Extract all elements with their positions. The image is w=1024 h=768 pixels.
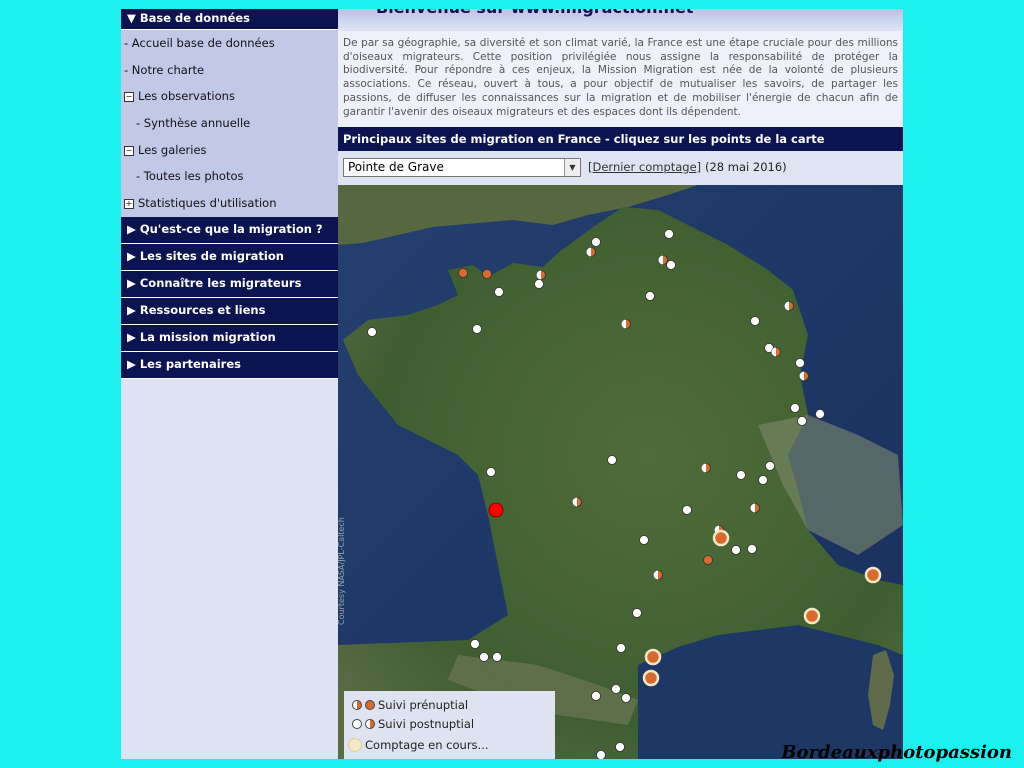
marker-white[interactable] <box>607 455 617 465</box>
marker-white[interactable] <box>534 279 544 289</box>
marker-counting[interactable] <box>642 669 660 687</box>
sidebar-item-label: Statistiques d'utilisation <box>138 196 277 211</box>
last-count-date: (28 mai 2016) <box>705 160 787 174</box>
site-selector-bar: Pointe de Grave ▼ [Dernier comptage] (28 … <box>338 151 903 185</box>
watermark: Bordeauxphotopassion <box>781 742 1012 763</box>
main-content: Bienvenue sur www.migraction.net De par … <box>338 9 903 759</box>
white-dot-icon <box>352 719 362 729</box>
sidebar-header-database[interactable]: ▼ Base de données <box>121 9 338 30</box>
sidebar-item-observations[interactable]: − Les observations <box>121 83 338 110</box>
marker-counting[interactable] <box>644 648 662 666</box>
marker-white[interactable] <box>596 750 606 760</box>
legend-postnuptial: Suivi postnuptial <box>352 716 474 732</box>
banner-title: Bienvenue sur www.migraction.net <box>376 9 693 17</box>
intro-text: De par sa géographie, sa diversité et so… <box>338 31 903 127</box>
marker-selected-pointe-de-grave[interactable] <box>488 502 504 518</box>
marker-counting[interactable] <box>864 566 882 584</box>
marker-white[interactable] <box>611 684 621 694</box>
menu-what-is-migration[interactable]: ▶ Qu'est-ce que la migration ? <box>121 216 338 244</box>
marker-white[interactable] <box>615 742 625 752</box>
marker-counting[interactable] <box>803 607 821 625</box>
marker-orange[interactable] <box>482 269 492 279</box>
map-credit: Courtesy NASA/JPL-Caltech <box>338 517 346 625</box>
marker-white[interactable] <box>815 409 825 419</box>
marker-white[interactable] <box>616 643 626 653</box>
chevron-down-icon[interactable]: ▼ <box>564 159 580 176</box>
menu-know-migrants[interactable]: ▶ Connaître les migrateurs <box>121 270 338 298</box>
menu-resources-links[interactable]: ▶ Ressources et liens <box>121 297 338 325</box>
marker-white[interactable] <box>765 461 775 471</box>
marker-white[interactable] <box>747 544 757 554</box>
menu-migration-sites[interactable]: ▶ Les sites de migration <box>121 243 338 271</box>
marker-white[interactable] <box>367 327 377 337</box>
map-legend: Suivi prénuptial Suivi postnuptial Compt… <box>344 691 555 759</box>
half-dot-icon <box>352 700 362 710</box>
sidebar-item-label: Les galeries <box>138 142 207 157</box>
website-frame: ▼ Base de données - Accueil base de donn… <box>121 9 903 759</box>
collapse-icon[interactable]: − <box>124 92 134 103</box>
marker-white[interactable] <box>632 608 642 618</box>
sidebar-item-label: Les observations <box>138 89 235 104</box>
marker-white[interactable] <box>479 652 489 662</box>
legend-prenuptial: Suivi prénuptial <box>352 697 468 713</box>
migration-map[interactable]: Courtesy NASA/JPL-Caltech Suivi prénupti… <box>338 185 903 759</box>
sidebar-item-all-photos[interactable]: - Toutes les photos <box>121 163 338 190</box>
marker-white[interactable] <box>664 229 674 239</box>
marker-white[interactable] <box>470 639 480 649</box>
expand-icon[interactable]: + <box>124 199 134 210</box>
sidebar-item-galleries[interactable]: − Les galeries <box>121 137 338 164</box>
marker-white[interactable] <box>758 475 768 485</box>
satellite-map-svg: Courtesy NASA/JPL-Caltech <box>338 185 903 759</box>
marker-white[interactable] <box>591 237 601 247</box>
marker-white[interactable] <box>790 403 800 413</box>
sidebar-item-statistics[interactable]: + Statistiques d'utilisation <box>121 190 338 217</box>
sidebar-item-annual-summary[interactable]: - Synthèse annuelle <box>121 110 338 137</box>
marker-white[interactable] <box>486 467 496 477</box>
marker-orange[interactable] <box>458 268 468 278</box>
sidebar-item-home[interactable]: - Accueil base de données <box>121 30 338 57</box>
marker-white[interactable] <box>682 505 692 515</box>
half-dot-icon <box>365 719 375 729</box>
marker-white[interactable] <box>621 693 631 703</box>
site-banner: Bienvenue sur www.migraction.net <box>338 9 903 31</box>
sidebar-main-menu: ▶ Qu'est-ce que la migration ? ▶ Les sit… <box>121 216 338 379</box>
site-select-value: Pointe de Grave <box>348 160 444 174</box>
marker-white[interactable] <box>639 535 649 545</box>
marker-orange[interactable] <box>703 555 713 565</box>
marker-white[interactable] <box>472 324 482 334</box>
legend-in-progress: Comptage en cours... <box>348 737 489 753</box>
sidebar: ▼ Base de données - Accueil base de donn… <box>121 9 338 759</box>
marker-white[interactable] <box>795 358 805 368</box>
collapse-icon[interactable]: − <box>124 145 134 156</box>
marker-white[interactable] <box>797 416 807 426</box>
legend-label: Suivi postnuptial <box>378 717 475 731</box>
orange-dot-icon <box>365 700 375 710</box>
legend-label: Suivi prénuptial <box>378 698 469 712</box>
marker-white[interactable] <box>731 545 741 555</box>
menu-partners[interactable]: ▶ Les partenaires <box>121 351 338 379</box>
marker-white[interactable] <box>736 470 746 480</box>
marker-counting[interactable] <box>712 529 730 547</box>
marker-white[interactable] <box>645 291 655 301</box>
sidebar-item-charter[interactable]: - Notre charte <box>121 57 338 84</box>
marker-white[interactable] <box>666 260 676 270</box>
sites-section-title: Principaux sites de migration en France … <box>338 127 903 151</box>
last-count-link[interactable]: [Dernier comptage] <box>588 160 701 174</box>
marker-white[interactable] <box>492 652 502 662</box>
legend-label: Comptage en cours... <box>365 738 489 752</box>
sidebar-submenu: - Accueil base de données - Notre charte… <box>121 30 338 217</box>
ring-dot-icon <box>348 738 362 752</box>
menu-mission-migration[interactable]: ▶ La mission migration <box>121 324 338 352</box>
marker-white[interactable] <box>494 287 504 297</box>
marker-white[interactable] <box>750 316 760 326</box>
site-select[interactable]: Pointe de Grave ▼ <box>343 158 581 177</box>
marker-white[interactable] <box>591 691 601 701</box>
